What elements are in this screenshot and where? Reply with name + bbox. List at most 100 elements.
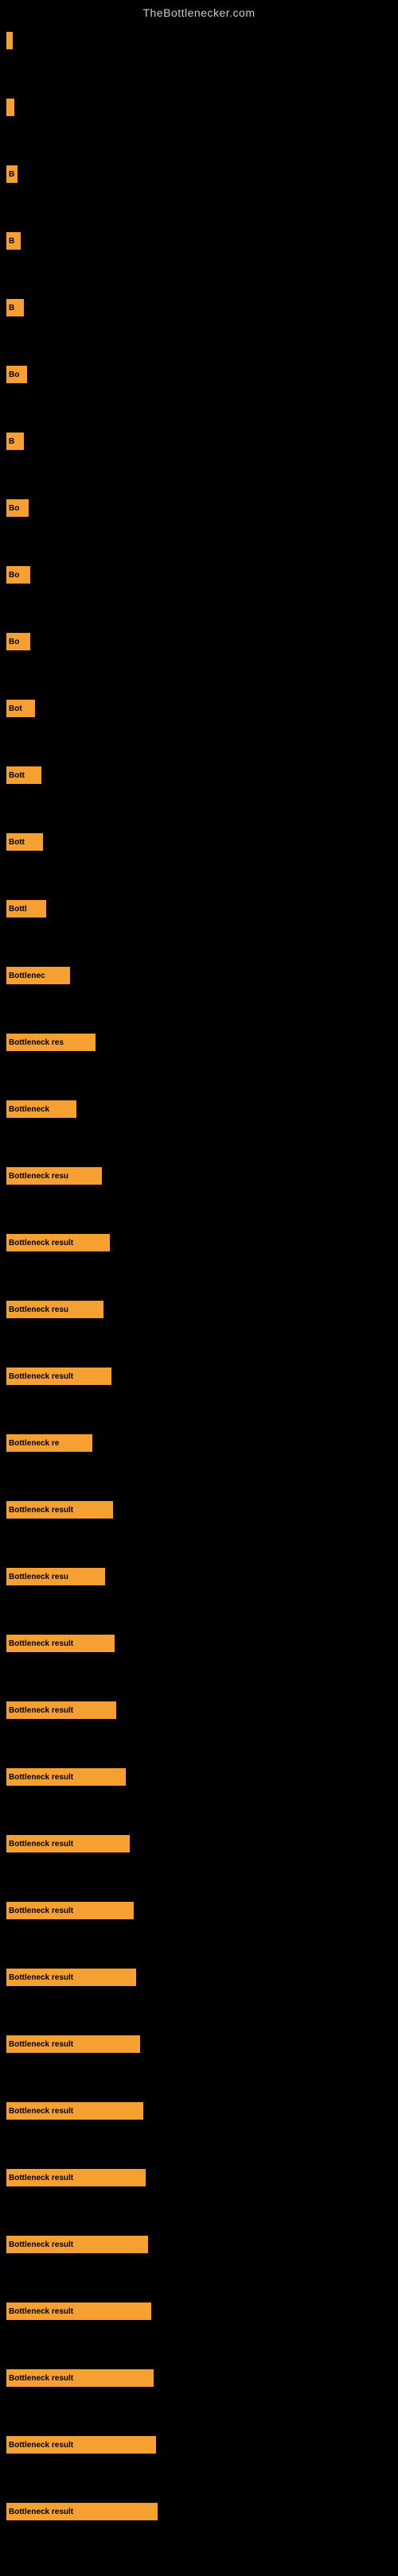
bar-spacer xyxy=(6,852,398,898)
bar-spacer xyxy=(6,452,398,498)
bar-block: Bottlenec xyxy=(6,967,70,984)
bar-row: B xyxy=(6,431,398,452)
bar-label: Bottleneck result xyxy=(9,2240,73,2249)
bar-label: Bottleneck resu xyxy=(9,1172,68,1181)
bar-spacer xyxy=(6,2522,398,2568)
bar-row: B xyxy=(6,231,398,251)
site-title: TheBottlenecker.com xyxy=(0,0,398,22)
bar-block: Bottleneck result xyxy=(6,1969,136,1986)
bar-label: Bottl xyxy=(9,905,27,914)
bar-row: Bottleneck resu xyxy=(6,1166,398,1186)
bar-label: Bo xyxy=(9,370,19,379)
bar-row: Bottleneck result xyxy=(6,2234,398,2255)
bar-label: Bottleneck result xyxy=(9,2107,73,2116)
bar-spacer xyxy=(6,385,398,431)
bar-row: Bottleneck xyxy=(6,1099,398,1119)
bar-label: Bottleneck resu xyxy=(9,1305,68,1314)
bar-block: Bottleneck resu xyxy=(6,1301,103,1318)
bar-label: Bo xyxy=(9,638,19,646)
bar-row: Bottleneck result xyxy=(6,1900,398,1921)
bar-block: Bo xyxy=(6,366,27,383)
bar-label: Bott xyxy=(9,838,25,847)
bar-row: Bottleneck result xyxy=(6,1366,398,1387)
bar-block: Bottleneck result xyxy=(6,1768,126,1786)
bar-row: Bottleneck result xyxy=(6,1700,398,1721)
bar-row: Bottleneck res xyxy=(6,1032,398,1053)
bar-row: Bo xyxy=(6,564,398,585)
bar-block: Bo xyxy=(6,633,30,650)
bar-spacer xyxy=(6,251,398,297)
bar-spacer xyxy=(6,1988,398,2034)
bar-row: Bottleneck result xyxy=(6,1967,398,1988)
bar-block: Bottleneck result xyxy=(6,2236,148,2253)
bars-container: B B B Bo B Bo Bo Bo Bot Bott Bott Bottl Bottlenec Bot… xyxy=(0,22,398,2576)
bar-spacer xyxy=(6,1387,398,1433)
bar-row: B xyxy=(6,297,398,318)
bar-label: Bottleneck result xyxy=(9,2307,73,2316)
bar-block: Bottleneck result xyxy=(6,1501,113,1519)
bar-row: Bottleneck result xyxy=(6,2301,398,2322)
bar-row: Bottleneck result xyxy=(6,2034,398,2054)
bar-row: Bott xyxy=(6,765,398,786)
bar-label: Bot xyxy=(9,704,22,713)
bar-label: Bottleneck result xyxy=(9,2040,73,2049)
bar-block: Bottleneck result xyxy=(6,2102,143,2120)
bar-spacer xyxy=(6,51,398,97)
bar-block: Bottleneck result xyxy=(6,2503,158,2520)
bar-spacer xyxy=(6,1854,398,1900)
bar-spacer xyxy=(6,1921,398,1967)
bar-label: B xyxy=(9,304,14,312)
bar-spacer xyxy=(6,652,398,698)
bar-label: Bott xyxy=(9,771,25,780)
bar-row: Bottl xyxy=(6,898,398,919)
bar-block: Bottl xyxy=(6,900,46,918)
bar-block: Bottleneck result xyxy=(6,1234,110,1251)
bar-spacer xyxy=(6,118,398,164)
bar-spacer xyxy=(6,1253,398,1299)
bar-label: Bottleneck result xyxy=(9,1773,73,1782)
bar-label: Bottleneck res xyxy=(9,1038,64,1047)
bar-label: B xyxy=(9,237,14,246)
bar-spacer xyxy=(6,2255,398,2301)
bar-row: B xyxy=(6,164,398,184)
bar-spacer xyxy=(6,1186,398,1232)
bar-spacer xyxy=(6,919,398,965)
bar-spacer xyxy=(6,719,398,765)
bar-block: Bottleneck result xyxy=(6,1368,111,1385)
bar-row: Bottleneck resu xyxy=(6,1566,398,1587)
bar-label: B xyxy=(9,437,14,446)
bar-row: Bottleneck result xyxy=(6,1767,398,1787)
bar-block: Bottleneck result xyxy=(6,2035,140,2053)
bar-spacer xyxy=(6,2455,398,2501)
bar-row: Bottlenec xyxy=(6,965,398,986)
bar-block: Bottleneck result xyxy=(6,1635,115,1652)
bar-label: Bottleneck result xyxy=(9,2374,73,2383)
bar-row: Bottleneck result xyxy=(6,2501,398,2522)
bar-block: Bot xyxy=(6,700,35,717)
bar-label: Bottleneck result xyxy=(9,1506,73,1515)
bar-label: Bottleneck result xyxy=(9,2174,73,2182)
bar-row: Bottleneck result xyxy=(6,2368,398,2388)
bar-spacer xyxy=(6,518,398,564)
bar-label: Bottleneck result xyxy=(9,1372,73,1381)
bar-block: Bottleneck resu xyxy=(6,1167,102,1185)
bar-row: Bottleneck result xyxy=(6,1833,398,1854)
bar-row: Bottleneck resu xyxy=(6,1299,398,1320)
bar-spacer xyxy=(6,1520,398,1566)
bar-spacer xyxy=(6,1320,398,1366)
bar-block: Bottleneck re xyxy=(6,1434,92,1452)
bar-block: Bottleneck result xyxy=(6,1902,134,1919)
bar-row: Bottleneck result xyxy=(6,1499,398,1520)
bar-block: Bott xyxy=(6,833,43,851)
bar-label: Bo xyxy=(9,504,19,513)
bar-spacer xyxy=(6,1721,398,1767)
bar-block xyxy=(6,99,14,116)
bar-spacer xyxy=(6,2388,398,2434)
bar-row: Bo xyxy=(6,364,398,385)
bar-block: Bo xyxy=(6,566,30,584)
bar-spacer xyxy=(6,1119,398,1166)
bar-block: Bottleneck xyxy=(6,1100,76,1118)
bar-label: Bottleneck result xyxy=(9,1840,73,1849)
bar-block: B xyxy=(6,299,24,316)
bar-row: Bottleneck result xyxy=(6,2167,398,2188)
